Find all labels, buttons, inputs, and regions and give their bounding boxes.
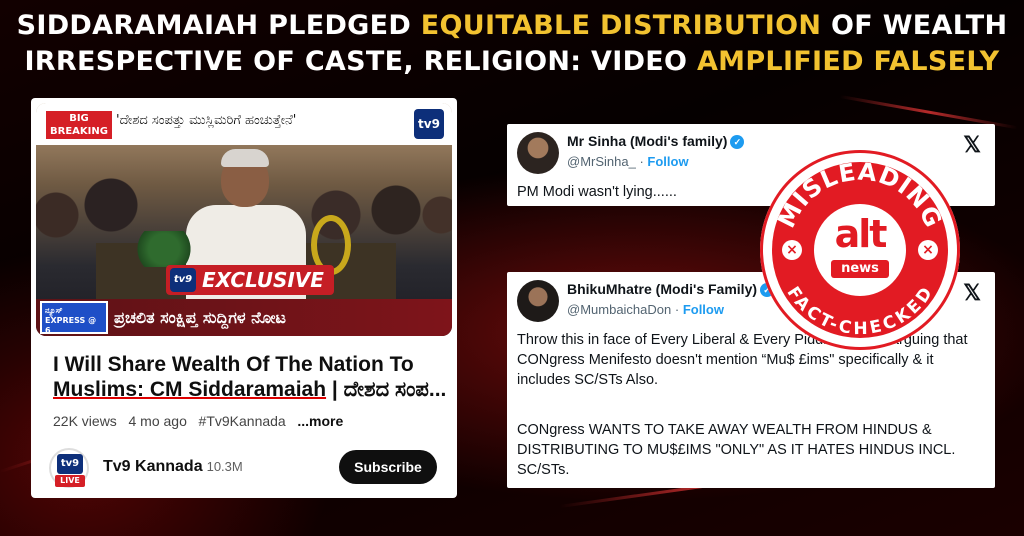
news-express-badge: ನ್ಯೂಸ್ EXPRESS @ 6 [40,301,108,335]
ticker-text: 'ದೇಶದ ಸಂಪತ್ತು ಮುಸ್ಲಿಮರಿಗೆ ಹಂಚುತ್ತೇನೆ' [116,113,297,128]
big-breaking-badge: BIG BREAKING [46,111,112,139]
misleading-fact-check-stamp: MISLEADING FACT-CHECKED alt news × × [760,150,960,350]
headline: SIDDARAMAIAH PLEDGED EQUITABLE DISTRIBUT… [0,8,1024,80]
altnews-logo: alt news [814,204,906,296]
subscribe-button[interactable]: Subscribe [339,450,437,484]
tweet-author[interactable]: BhikuMhatre (Modi's Family) ✓ [567,281,775,297]
upload-age: 4 mo ago [128,413,187,429]
tv9-logo-icon: tv9 [170,268,196,292]
x-logo-icon[interactable]: 𝕏 [963,280,981,306]
tv9-logo-icon: tv9 [414,109,444,139]
channel-avatar[interactable]: tv9 LIVE [49,448,89,488]
tweet-text: PM Modi wasn't lying...... [517,184,677,200]
hashtag-link[interactable]: #Tv9Kannada [199,413,286,429]
speaker-hair [221,149,269,167]
tv9-logo-icon: tv9 [57,454,83,474]
flower-arrangement [124,231,204,267]
headline-line-2: IRRESPECTIVE OF CASTE, RELIGION: VIDEO A… [24,46,1000,77]
x-mark-icon: × [782,240,802,260]
video-meta: 22K views 4 mo ago #Tv9Kannada ...more [53,413,343,429]
youtube-video-card: BIG BREAKING 'ದೇಶದ ಸಂಪತ್ತು ಮುಸ್ಲಿಮರಿಗೆ ಹ… [31,98,457,498]
tweet-author[interactable]: Mr Sinha (Modi's family) ✓ [567,133,745,149]
headline-line-1: SIDDARAMAIAH PLEDGED EQUITABLE DISTRIBUT… [16,10,1008,41]
x-mark-icon: × [918,240,938,260]
breaking-ticker: BIG BREAKING 'ದೇಶದ ಸಂಪತ್ತು ಮುಸ್ಲಿಮರಿಗೆ ಹ… [36,103,452,145]
subscriber-count: 10.3M [206,459,243,474]
x-logo-icon[interactable]: 𝕏 [963,132,981,158]
more-link[interactable]: ...more [297,413,343,429]
alt-wordmark: alt [834,212,888,256]
tweet-text-paragraph-2: CONgress WANTS TO TAKE AWAY WEALTH FROM … [517,422,956,478]
video-thumbnail[interactable]: BIG BREAKING 'ದೇಶದ ಸಂಪತ್ತು ಮುಸ್ಲಿಮರಿಗೆ ಹ… [36,103,452,336]
view-count: 22K views [53,413,117,429]
tweet-handle: @MrSinha_ · Follow [567,154,689,169]
live-badge: LIVE [55,475,85,487]
verified-badge-icon: ✓ [730,135,745,149]
follow-link[interactable]: Follow [647,154,688,169]
tweet-handle: @MumbaichaDon · Follow [567,302,724,317]
video-title[interactable]: I Will Share Wealth Of The Nation To Mus… [53,352,448,402]
news-wordmark: news [831,260,889,278]
exclusive-banner: tv9 EXCLUSIVE [166,265,334,295]
avatar[interactable] [517,132,559,174]
channel-name[interactable]: Tv9 Kannada 10.3M [103,458,243,476]
follow-link[interactable]: Follow [683,302,724,317]
avatar[interactable] [517,280,559,322]
